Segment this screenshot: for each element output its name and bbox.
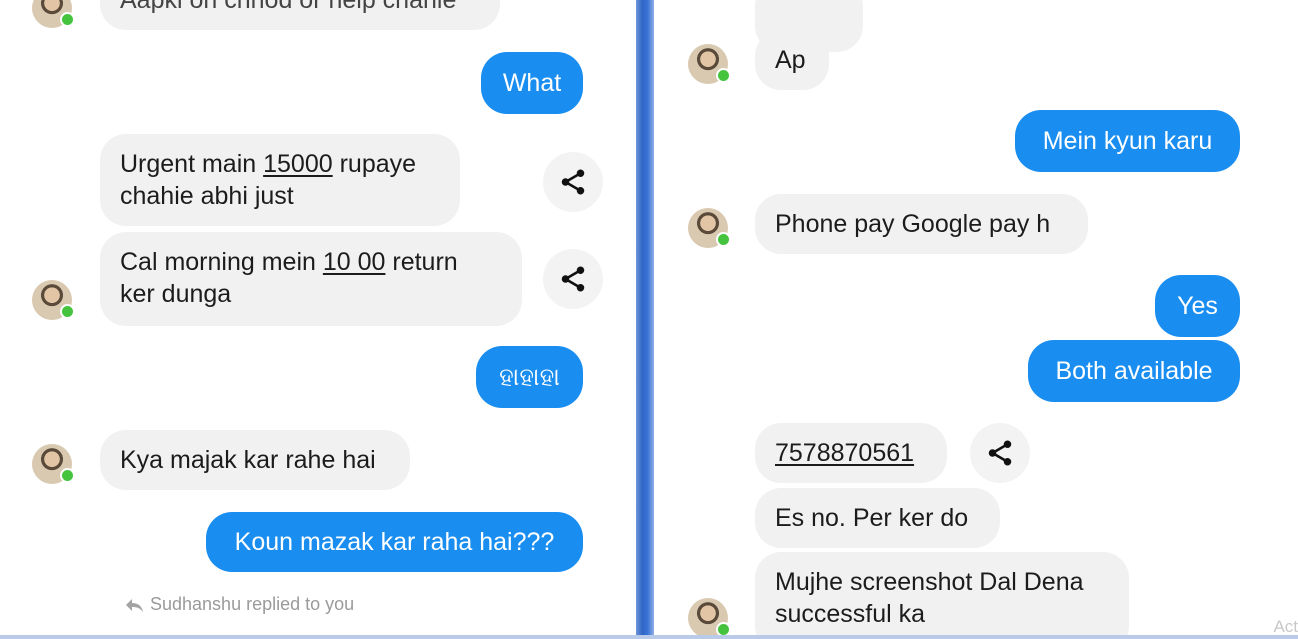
avatar[interactable] — [32, 0, 75, 28]
message-incoming[interactable]: Kya majak kar rahe hai — [100, 430, 410, 490]
message-line: Urgent main 15000 rupaye — [120, 150, 417, 178]
online-dot-icon — [60, 12, 75, 27]
message-line: Mujhe screenshot Dal Dena — [775, 568, 1084, 596]
message-incoming[interactable]: Mujhe screenshot Dal Dena successful ka — [755, 552, 1129, 639]
right-chat-panel: Ap Mein kyun karu Phone pay Google pay h… — [654, 0, 1298, 639]
reply-note-text: Sudhanshu replied to you — [150, 594, 355, 614]
avatar[interactable] — [32, 444, 75, 484]
message-text: Ap — [775, 46, 806, 74]
share-button[interactable] — [543, 152, 603, 212]
message-text: Aapki on chhod or help chahie — [120, 0, 457, 14]
message-outgoing[interactable]: Koun mazak kar raha hai??? — [206, 512, 583, 572]
online-dot-icon — [716, 68, 731, 83]
message-text: Yes — [1177, 292, 1218, 320]
phone-number-link[interactable]: 7578870561 — [775, 437, 914, 469]
message-text: Phone pay Google pay h — [775, 210, 1051, 238]
share-button[interactable] — [543, 249, 603, 309]
message-incoming-partial[interactable]: Aapki on chhod or help chahie — [100, 0, 500, 30]
message-text: Mein kyun karu — [1042, 127, 1213, 155]
share-button[interactable] — [970, 423, 1030, 483]
message-text: Kya majak kar rahe hai — [120, 446, 376, 474]
message-incoming[interactable]: Cal morning mein 10 00 return ker dunga — [100, 232, 522, 326]
message-line: chahie abhi just — [120, 182, 294, 210]
share-icon — [561, 266, 585, 292]
message-text: Both available — [1055, 357, 1213, 385]
avatar[interactable] — [688, 598, 731, 638]
message-line: ker dunga — [120, 280, 232, 308]
message-outgoing[interactable]: Mein kyun karu — [1015, 110, 1240, 172]
message-outgoing[interactable]: What — [481, 52, 583, 114]
message-text: ହାହାହା — [499, 363, 560, 391]
message-outgoing[interactable]: ହାହାହା — [476, 346, 583, 408]
panel-divider — [636, 0, 654, 639]
activate-watermark: Act — [1273, 617, 1298, 636]
avatar[interactable] — [688, 208, 731, 248]
message-text: What — [502, 69, 562, 97]
share-icon — [988, 440, 1012, 466]
share-icon — [561, 169, 585, 195]
amount-link[interactable]: 10 00 — [323, 248, 386, 276]
online-dot-icon — [716, 232, 731, 247]
message-outgoing[interactable]: Both available — [1028, 340, 1240, 402]
avatar[interactable] — [32, 280, 75, 320]
message-incoming[interactable]: 7578870561 — [755, 423, 947, 483]
message-incoming[interactable]: Urgent main 15000 rupaye chahie abhi jus… — [100, 134, 460, 226]
message-line: Cal morning mein 10 00 return — [120, 248, 458, 276]
message-text: Es no. Per ker do — [775, 504, 969, 532]
message-outgoing[interactable]: Yes — [1155, 275, 1240, 337]
avatar[interactable] — [688, 44, 731, 84]
message-text: Koun mazak kar raha hai??? — [234, 528, 555, 556]
amount-link[interactable]: 15000 — [263, 150, 333, 178]
online-dot-icon — [60, 468, 75, 483]
bottom-band — [0, 635, 1298, 639]
message-incoming[interactable]: Es no. Per ker do — [755, 488, 1000, 548]
message-incoming[interactable]: Ap — [755, 30, 829, 90]
reply-note: Sudhanshu replied to you — [124, 594, 354, 615]
message-line: successful ka — [775, 600, 926, 628]
reply-arrow-icon — [126, 598, 143, 612]
online-dot-icon — [60, 304, 75, 319]
message-incoming[interactable]: Phone pay Google pay h — [755, 194, 1088, 254]
left-chat-panel: Aapki on chhod or help chahie What Urgen… — [0, 0, 636, 639]
